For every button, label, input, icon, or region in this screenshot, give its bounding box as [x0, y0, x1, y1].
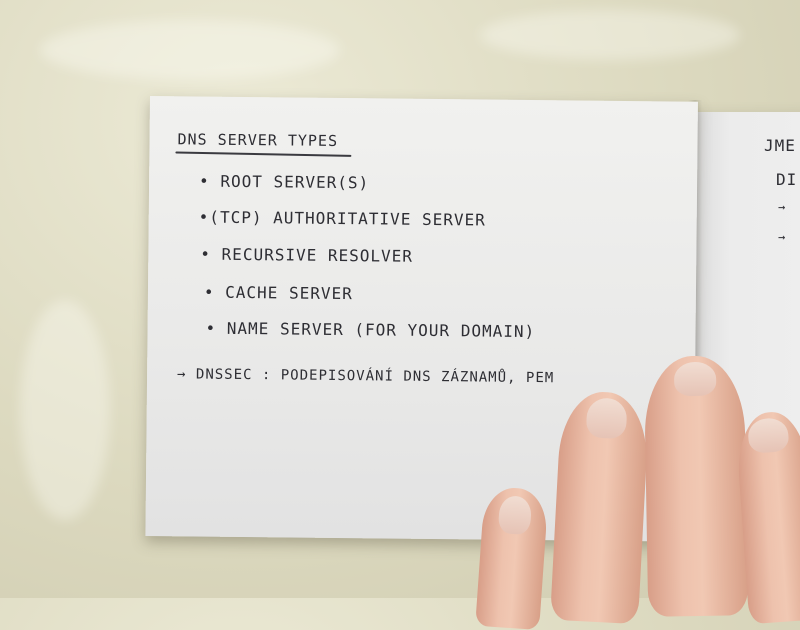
right-page-line: DI	[776, 170, 798, 189]
right-page-heading: JME	[764, 136, 796, 155]
list-item: •(TCP) AUTHORITATIVE SERVER	[198, 207, 486, 230]
fingernail	[673, 361, 717, 397]
fingernail	[747, 417, 790, 454]
dnssec-note: → DNSSEC : PODEPISOVÁNÍ DNS ZÁZNAMŮ, PEM	[177, 366, 555, 387]
heading-underline	[175, 151, 352, 157]
finger	[550, 389, 650, 625]
arrow-mark: →	[778, 200, 787, 214]
finger	[475, 485, 549, 630]
list-item: • ROOT SERVER(S)	[199, 171, 370, 193]
list-item: • RECURSIVE RESOLVER	[200, 244, 414, 266]
fabric-fold	[20, 300, 110, 520]
finger	[643, 355, 749, 617]
fingernail	[497, 495, 533, 536]
fabric-fold	[480, 10, 740, 60]
list-item: • NAME SERVER (FOR YOUR DOMAIN)	[205, 318, 536, 342]
list-item: • CACHE SERVER	[203, 282, 353, 304]
fingernail	[585, 397, 628, 440]
fabric-fold	[40, 20, 340, 80]
page-heading: DNS SERVER TYPES	[177, 130, 339, 150]
arrow-mark: →	[778, 230, 787, 244]
